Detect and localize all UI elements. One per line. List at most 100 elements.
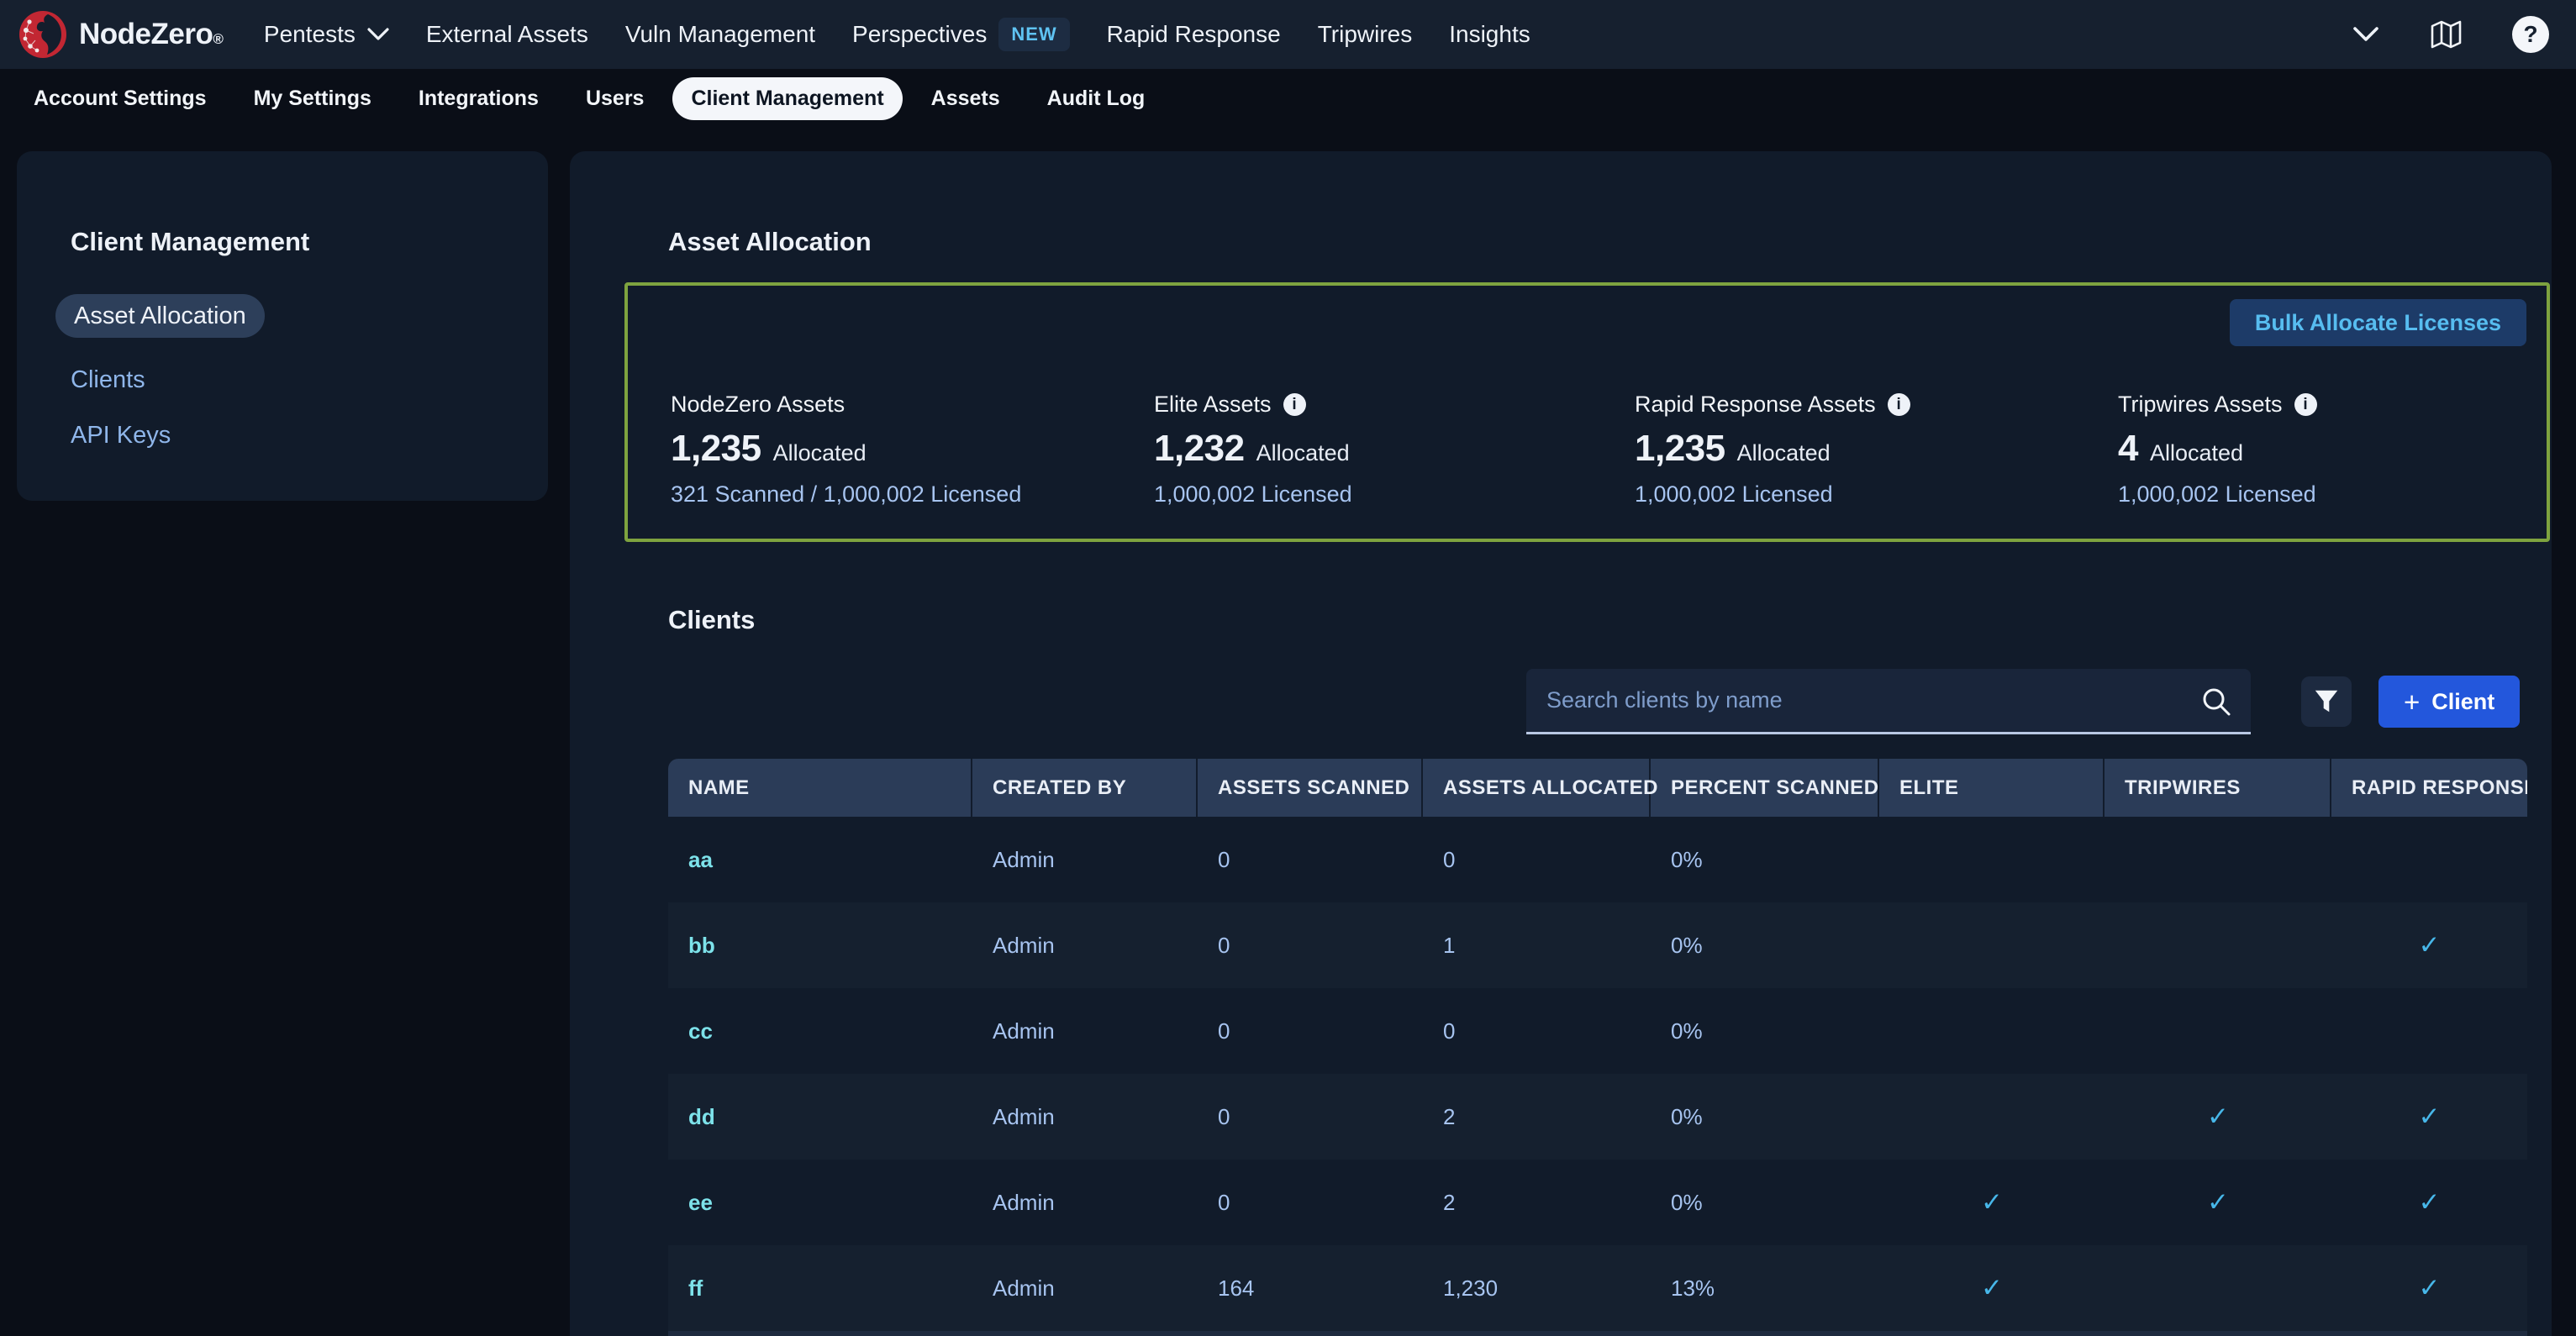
rapid-response-check: ✓: [2331, 1160, 2527, 1245]
asset-card-label: Elite Assets: [1154, 392, 1272, 418]
asset-licensed-text: 321 Scanned / 1,000,002 Licensed: [671, 481, 1021, 508]
clients-table-body: aa Admin 0 0 0% bb Admin 0 1 0% ✓ cc: [668, 817, 2527, 1331]
elite-check: [1879, 902, 2105, 988]
header-rapid-response[interactable]: RAPID RESPONSE: [2331, 759, 2527, 817]
next-row-sliver: [668, 1331, 2527, 1336]
subnav-account-settings[interactable]: Account Settings: [15, 77, 225, 120]
rapid-response-check: ✓: [2331, 1245, 2527, 1331]
asset-card-rapid-response: Rapid Response Assets i 1,235 Allocated …: [1635, 392, 1910, 508]
client-name-link[interactable]: aa: [668, 817, 972, 902]
asset-card-tripwires: Tripwires Assets i 4 Allocated 1,000,002…: [2118, 392, 2317, 508]
header-assets-scanned[interactable]: ASSETS SCANNED: [1198, 759, 1423, 817]
asset-licensed-text: 1,000,002 Licensed: [1635, 481, 1910, 508]
info-icon[interactable]: i: [2294, 393, 2317, 416]
clients-table-header: NAME CREATED BY ASSETS SCANNED ASSETS AL…: [668, 759, 2527, 817]
bulk-allocate-licenses-button[interactable]: Bulk Allocate Licenses: [2230, 299, 2526, 346]
cell-assets-allocated: 1: [1423, 902, 1651, 988]
filter-button[interactable]: [2301, 676, 2352, 727]
cell-created-by: Admin: [972, 1160, 1198, 1245]
cell-percent-scanned: 0%: [1651, 817, 1879, 902]
add-client-button[interactable]: + Client: [2378, 676, 2520, 728]
rapid-response-check: [2331, 988, 2527, 1074]
account-chevron-down-icon[interactable]: [2352, 26, 2379, 43]
client-name-link[interactable]: cc: [668, 988, 972, 1074]
client-name-link[interactable]: ee: [668, 1160, 972, 1245]
nodezero-logo-icon: [18, 10, 67, 59]
subnav-client-management[interactable]: Client Management: [672, 77, 902, 120]
cell-assets-scanned: 0: [1198, 1160, 1423, 1245]
search-icon[interactable]: [2200, 686, 2232, 718]
asset-allocation-panel: Bulk Allocate Licenses NodeZero Assets 1…: [624, 282, 2550, 542]
info-icon[interactable]: i: [1283, 393, 1306, 416]
cell-percent-scanned: 0%: [1651, 1160, 1879, 1245]
table-row[interactable]: aa Admin 0 0 0%: [668, 817, 2527, 902]
sidebar-item-api-keys[interactable]: API Keys: [71, 418, 171, 452]
sidebar-item-asset-allocation[interactable]: Asset Allocation: [55, 294, 265, 338]
cell-assets-allocated: 0: [1423, 988, 1651, 1074]
client-name-link[interactable]: bb: [668, 902, 972, 988]
asset-card-label: NodeZero Assets: [671, 392, 845, 418]
asset-card-label: Tripwires Assets: [2118, 392, 2283, 418]
cell-assets-scanned: 0: [1198, 902, 1423, 988]
help-icon[interactable]: ?: [2512, 16, 2549, 53]
cell-percent-scanned: 13%: [1651, 1245, 1879, 1331]
tripwires-check: [2105, 1245, 2331, 1331]
cell-created-by: Admin: [972, 902, 1198, 988]
header-percent-scanned[interactable]: PERCENT SCANNED: [1651, 759, 1879, 817]
nav-item-insights[interactable]: Insights: [1449, 21, 1530, 48]
tripwires-check: ✓: [2105, 1160, 2331, 1245]
subnav-my-settings[interactable]: My Settings: [235, 77, 390, 120]
topbar-right-controls: ?: [2352, 16, 2556, 53]
header-name[interactable]: NAME: [668, 759, 972, 817]
elite-check: [1879, 988, 2105, 1074]
cell-assets-scanned: 0: [1198, 1074, 1423, 1160]
clients-title: Clients: [668, 605, 755, 635]
header-assets-allocated[interactable]: ASSETS ALLOCATED: [1423, 759, 1651, 817]
table-row[interactable]: ee Admin 0 2 0% ✓ ✓ ✓: [668, 1160, 2527, 1245]
map-icon[interactable]: [2428, 17, 2463, 52]
brand-logo[interactable]: NodeZero®: [18, 10, 224, 59]
filter-funnel-icon: [2312, 687, 2341, 716]
asset-allocated-value: 1,235: [671, 428, 761, 470]
client-name-link[interactable]: ff: [668, 1245, 972, 1331]
nav-item-vuln-management[interactable]: Vuln Management: [625, 21, 815, 48]
cell-assets-allocated: 1,230: [1423, 1245, 1651, 1331]
plus-icon: +: [2404, 688, 2420, 716]
cell-created-by: Admin: [972, 1245, 1198, 1331]
cell-assets-allocated: 2: [1423, 1074, 1651, 1160]
cell-created-by: Admin: [972, 1074, 1198, 1160]
header-tripwires[interactable]: TRIPWIRES: [2105, 759, 2331, 817]
table-row[interactable]: bb Admin 0 1 0% ✓: [668, 902, 2527, 988]
header-created-by[interactable]: CREATED BY: [972, 759, 1198, 817]
nav-item-external-assets[interactable]: External Assets: [426, 21, 588, 48]
client-name-link[interactable]: dd: [668, 1074, 972, 1160]
table-row[interactable]: dd Admin 0 2 0% ✓ ✓: [668, 1074, 2527, 1160]
subnav-users[interactable]: Users: [567, 77, 663, 120]
sidebar-item-clients[interactable]: Clients: [71, 363, 145, 397]
table-row[interactable]: cc Admin 0 0 0%: [668, 988, 2527, 1074]
nav-item-pentests[interactable]: Pentests: [264, 21, 389, 48]
asset-allocated-unit: Allocated: [1737, 440, 1831, 466]
nav-item-tripwires[interactable]: Tripwires: [1318, 21, 1413, 48]
main-content-card: Asset Allocation Bulk Allocate Licenses …: [570, 151, 2552, 1336]
nav-item-rapid-response[interactable]: Rapid Response: [1107, 21, 1281, 48]
add-client-label: Client: [2431, 689, 2494, 715]
chevron-down-icon: [367, 28, 389, 41]
info-icon[interactable]: i: [1888, 393, 1910, 416]
asset-licensed-text: 1,000,002 Licensed: [1154, 481, 1352, 508]
cell-percent-scanned: 0%: [1651, 1074, 1879, 1160]
nav-item-perspectives[interactable]: Perspectives NEW: [852, 18, 1070, 51]
elite-check: [1879, 1074, 2105, 1160]
subnav-audit-log[interactable]: Audit Log: [1029, 77, 1164, 120]
table-row[interactable]: ff Admin 164 1,230 13% ✓ ✓: [668, 1245, 2527, 1331]
asset-allocated-value: 4: [2118, 428, 2138, 470]
tripwires-check: ✓: [2105, 1074, 2331, 1160]
asset-licensed-text: 1,000,002 Licensed: [2118, 481, 2317, 508]
subnav-integrations[interactable]: Integrations: [400, 77, 557, 120]
new-badge: NEW: [998, 18, 1069, 51]
header-elite[interactable]: ELITE: [1879, 759, 2105, 817]
asset-card-nodezero: NodeZero Assets 1,235 Allocated 321 Scan…: [671, 392, 1021, 508]
subnav-assets[interactable]: Assets: [913, 77, 1019, 120]
cell-percent-scanned: 0%: [1651, 988, 1879, 1074]
search-clients-input[interactable]: [1526, 669, 2251, 734]
